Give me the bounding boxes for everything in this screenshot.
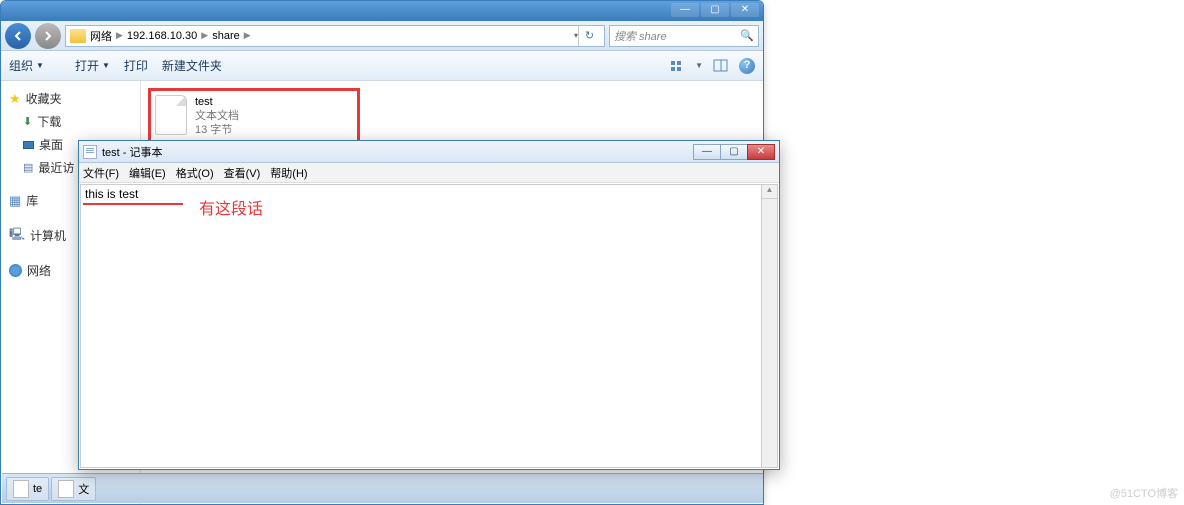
task-file-icon — [58, 480, 74, 498]
print-button[interactable]: 打印 — [124, 57, 148, 74]
close-button[interactable]: ✕ — [731, 3, 759, 17]
breadcrumb-sep: ▶ — [112, 30, 127, 41]
watermark: @51CTO博客 — [1110, 485, 1178, 501]
breadcrumb-sep: ▶ — [197, 30, 212, 41]
open-icon — [58, 60, 72, 72]
notepad-window: test - 记事本 — ▢ ✕ 文件(F) 编辑(E) 格式(O) 查看(V)… — [78, 140, 780, 470]
maximize-button[interactable]: ▢ — [701, 3, 729, 17]
explorer-navbar: 网络 ▶ 192.168.10.30 ▶ share ▶ ▾ ↻ 搜索 shar… — [1, 21, 763, 51]
sidebar-favorites[interactable]: ★收藏夹 — [5, 87, 136, 110]
folder-icon — [70, 29, 86, 43]
breadcrumb-ip[interactable]: 192.168.10.30 — [127, 30, 197, 42]
taskbar-item-2[interactable]: 文 — [51, 477, 96, 501]
network-icon — [9, 264, 22, 277]
minimize-button[interactable]: — — [671, 3, 699, 17]
annotation-line — [83, 203, 183, 205]
recent-icon: ▤ — [23, 161, 33, 174]
task-file-icon — [13, 480, 29, 498]
file-type: 文本文档 — [195, 109, 239, 123]
scrollbar[interactable]: ▲ — [761, 185, 777, 467]
annotation-text: 有这段话 — [199, 195, 263, 219]
file-name: test — [195, 95, 239, 109]
explorer-titlebar[interactable]: — ▢ ✕ — [1, 1, 763, 21]
notepad-title: test - 记事本 — [102, 144, 163, 160]
open-button[interactable]: 打开▼ — [58, 57, 110, 74]
download-icon: ⬇ — [23, 115, 32, 128]
file-item-test[interactable]: test 文本文档 13 字节 — [149, 89, 359, 143]
menu-help[interactable]: 帮助(H) — [270, 165, 307, 181]
taskbar-item-1[interactable]: te — [6, 477, 49, 501]
explorer-toolbar: 组织▼ 打开▼ 打印 新建文件夹 ▼ ? — [1, 51, 763, 81]
breadcrumb-folder[interactable]: share — [212, 30, 240, 42]
notepad-close-button[interactable]: ✕ — [747, 144, 775, 160]
star-icon: ★ — [9, 91, 21, 107]
notepad-titlebar[interactable]: test - 记事本 — ▢ ✕ — [79, 141, 779, 163]
menu-edit[interactable]: 编辑(E) — [129, 165, 166, 181]
scroll-up-icon[interactable]: ▲ — [762, 185, 777, 199]
address-bar[interactable]: 网络 ▶ 192.168.10.30 ▶ share ▶ ▾ ↻ — [65, 25, 605, 47]
text-file-icon — [155, 95, 187, 135]
forward-button[interactable] — [35, 23, 61, 49]
file-size: 13 字节 — [195, 123, 239, 137]
notepad-content: this is test — [85, 187, 138, 201]
breadcrumb-network[interactable]: 网络 — [90, 28, 112, 44]
search-icon: 🔍 — [740, 29, 754, 42]
back-button[interactable] — [5, 23, 31, 49]
notepad-menubar: 文件(F) 编辑(E) 格式(O) 查看(V) 帮助(H) — [79, 163, 779, 183]
view-dropdown[interactable]: ▼ — [695, 61, 703, 70]
computer-icon: 🖳 — [9, 225, 25, 246]
library-icon: ▦ — [9, 193, 21, 209]
notepad-textarea[interactable]: this is test ▲ 有这段话 — [80, 184, 778, 468]
menu-format[interactable]: 格式(O) — [176, 165, 214, 181]
notepad-maximize-button[interactable]: ▢ — [720, 144, 748, 160]
view-options-button[interactable] — [669, 59, 685, 73]
desktop-icon — [23, 141, 34, 149]
sidebar-downloads[interactable]: ⬇下载 — [5, 110, 136, 133]
help-button[interactable]: ? — [739, 58, 755, 74]
refresh-button[interactable]: ↻ — [578, 26, 600, 46]
breadcrumb-sep: ▶ — [240, 30, 255, 41]
notepad-minimize-button[interactable]: — — [693, 144, 721, 160]
preview-pane-button[interactable] — [713, 59, 729, 73]
organize-button[interactable]: 组织▼ — [9, 57, 44, 74]
menu-file[interactable]: 文件(F) — [83, 165, 119, 181]
search-placeholder: 搜索 share — [614, 28, 667, 44]
search-input[interactable]: 搜索 share 🔍 — [609, 25, 759, 47]
new-folder-button[interactable]: 新建文件夹 — [162, 57, 222, 74]
taskbar: te 文 — [2, 473, 764, 503]
notepad-icon — [83, 145, 97, 159]
menu-view[interactable]: 查看(V) — [224, 165, 261, 181]
